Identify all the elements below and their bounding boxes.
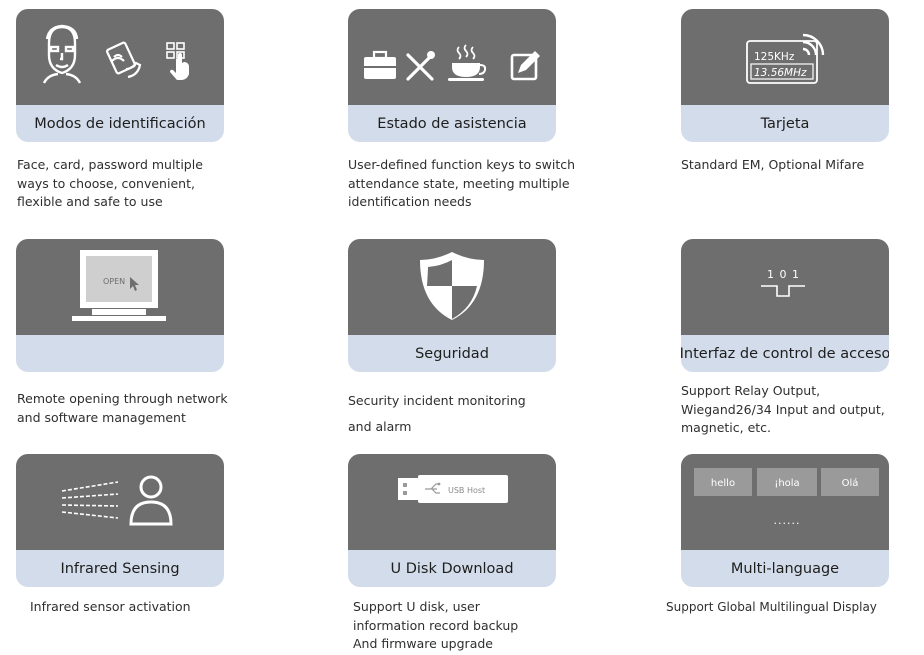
shield-icon <box>420 252 484 320</box>
card-frequency-125: 125KHz <box>754 51 795 63</box>
attendance-icons <box>364 44 540 81</box>
card-icon-area: OPEN <box>16 239 224 335</box>
feature-card-attendance-state: Estado de asistencia <box>348 9 556 142</box>
usb-art: USB Host <box>398 475 508 503</box>
coffee-icon <box>448 44 487 81</box>
wiegand-signal-icon <box>761 285 805 297</box>
feature-card-card-reader: 125KHz 13.56MHz Tarjeta <box>681 9 889 142</box>
card-caption: Tarjeta <box>760 115 810 132</box>
card-icon-area <box>16 9 224 105</box>
infrared-art <box>61 475 173 526</box>
multi-language-art: hello ¡hola Olá ...... <box>694 468 879 527</box>
card-caption: Interfaz de control de acceso <box>681 345 889 362</box>
usb-host-label: USB Host <box>448 486 485 495</box>
language-hello: hello <box>711 478 735 489</box>
access-control-art: 1 0 1 <box>761 268 805 297</box>
feature-description: Face, card, password multiple ways to ch… <box>17 157 203 209</box>
card-caption: Estado de asistencia <box>377 115 527 132</box>
feature-description: Security incident monitoring and alarm <box>348 393 526 434</box>
feature-description: Infrared sensor activation <box>30 599 191 614</box>
feature-description: Standard EM, Optional Mifare <box>681 157 865 172</box>
rfid-card-art: 125KHz 13.56MHz <box>746 33 825 84</box>
feature-description: Support U disk, user information record … <box>353 599 519 651</box>
card-caption: Infrared Sensing <box>60 560 180 577</box>
feature-card-multi-language: hello ¡hola Olá ...... Multi-language <box>681 454 889 587</box>
infrared-beams-icon <box>61 481 119 519</box>
person-icon <box>129 475 173 526</box>
wireless-signal-icon <box>802 33 825 56</box>
feature-description: Support Relay Output, Wiegand26/34 Input… <box>681 383 885 435</box>
feature-description: Remote opening through network and softw… <box>17 391 228 425</box>
edit-icon <box>510 51 540 81</box>
card-icon-area: 125KHz 13.56MHz <box>681 9 889 105</box>
card-frequency-1356: 13.56MHz <box>754 67 807 79</box>
card-caption: Seguridad <box>415 345 489 362</box>
feature-description: Support Global Multilingual Display <box>666 600 877 614</box>
language-ola: Olá <box>842 477 859 489</box>
card-icon-area: USB Host <box>348 454 556 550</box>
card-icon-area: hello ¡hola Olá ...... <box>681 454 889 550</box>
security-art <box>420 252 484 320</box>
identification-icons <box>42 24 189 84</box>
card-caption: Modos de identificación <box>34 115 206 132</box>
remote-opening-art: OPEN <box>72 250 166 321</box>
feature-card-usb-download: USB Host U Disk Download <box>348 454 556 587</box>
feature-card-infrared: Infrared Sensing <box>16 454 224 587</box>
language-hola: ¡hola <box>774 478 799 489</box>
feature-card-remote-opening: OPEN <box>16 239 224 372</box>
utensils-icon <box>406 51 435 81</box>
card-caption: U Disk Download <box>390 560 514 577</box>
card-icon-area <box>348 9 556 105</box>
card-swipe-icon <box>106 41 142 79</box>
briefcase-icon <box>364 50 396 79</box>
keypad-icon <box>166 42 189 80</box>
open-screen-text: OPEN <box>103 277 125 286</box>
card-icon-area <box>348 239 556 335</box>
card-caption: Multi-language <box>730 560 840 577</box>
face-icon <box>42 24 82 84</box>
feature-card-security: Seguridad <box>348 239 556 372</box>
signal-bits: 1 0 1 <box>767 268 800 281</box>
card-icon-area <box>16 454 224 550</box>
feature-card-access-control: 1 0 1 Interfaz de control de acceso <box>681 239 889 372</box>
card-icon-area: 1 0 1 <box>681 239 889 335</box>
feature-description: User-defined function keys to switch att… <box>348 157 576 209</box>
feature-card-identification-modes: Modos de identificación <box>16 9 224 142</box>
more-languages-ellipsis: ...... <box>774 514 801 527</box>
card-caption <box>16 335 224 372</box>
